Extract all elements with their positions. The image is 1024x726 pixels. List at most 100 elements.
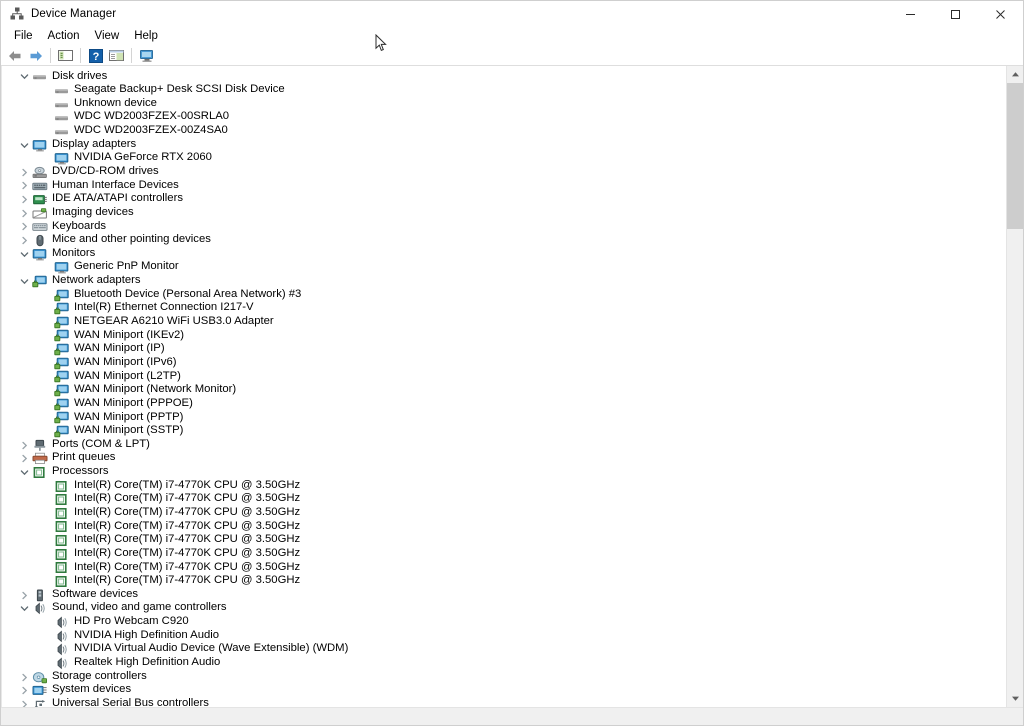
chevron-right-icon[interactable] [17, 236, 32, 245]
device-label: Monitors [52, 246, 96, 259]
port-icon [32, 439, 48, 452]
device-tree-pane[interactable]: Disk drives Seagate Backup+ Desk SCSI Dis… [1, 66, 1006, 707]
chevron-down-icon[interactable] [17, 604, 32, 613]
device-category-row[interactable]: DVD/CD-ROM drives [2, 165, 1006, 179]
device-category-row[interactable]: Keyboards [2, 220, 1006, 234]
device-category-row[interactable]: Storage controllers [2, 670, 1006, 684]
chevron-down-icon[interactable] [17, 468, 32, 477]
device-row[interactable]: WDC WD2003FZEX-00Z4SA0 [2, 124, 1006, 139]
device-row[interactable]: NETGEAR A6210 WiFi USB3.0 Adapter [2, 315, 1006, 330]
titlebar[interactable]: Device Manager [1, 1, 1023, 27]
device-row[interactable]: HD Pro Webcam C920 [2, 615, 1006, 630]
device-row[interactable]: Intel(R) Core(TM) i7-4770K CPU @ 3.50GHz [2, 561, 1006, 575]
network-adapter-icon [54, 425, 70, 438]
chevron-right-icon[interactable] [17, 441, 32, 450]
device-category-row[interactable]: Network adapters [2, 274, 1006, 289]
chevron-right-icon[interactable] [17, 181, 32, 190]
device-row[interactable]: Intel(R) Core(TM) i7-4770K CPU @ 3.50GHz [2, 520, 1006, 534]
device-category-row[interactable]: Imaging devices [2, 206, 1006, 220]
device-category-row[interactable]: Ports (COM & LPT) [2, 438, 1006, 452]
usb-controller-icon [32, 698, 48, 707]
device-row[interactable]: Intel(R) Core(TM) i7-4770K CPU @ 3.50GHz [2, 492, 1006, 507]
device-row[interactable]: Unknown device [2, 97, 1006, 111]
device-category-row[interactable]: Display adapters [2, 138, 1006, 152]
device-row[interactable]: WAN Miniport (SSTP) [2, 424, 1006, 439]
device-label: NVIDIA Virtual Audio Device (Wave Extens… [74, 642, 349, 655]
minimize-button[interactable] [888, 1, 933, 27]
device-row[interactable]: Realtek High Definition Audio [2, 656, 1006, 671]
chevron-right-icon[interactable] [17, 168, 32, 177]
scrollbar-up-arrow-icon[interactable] [1007, 66, 1023, 83]
device-row[interactable]: WAN Miniport (PPTP) [2, 411, 1006, 425]
device-row[interactable]: Intel(R) Core(TM) i7-4770K CPU @ 3.50GHz [2, 533, 1006, 548]
device-row[interactable]: NVIDIA Virtual Audio Device (Wave Extens… [2, 642, 1006, 657]
device-category-row[interactable]: System devices [2, 683, 1006, 698]
chevron-right-icon[interactable] [17, 686, 32, 695]
device-row[interactable]: WAN Miniport (IP) [2, 342, 1006, 357]
device-row[interactable]: NVIDIA High Definition Audio [2, 629, 1006, 643]
menu-file[interactable]: File [7, 29, 40, 44]
device-category-row[interactable]: Software devices [2, 588, 1006, 602]
vertical-scrollbar[interactable] [1006, 66, 1023, 707]
scrollbar-thumb[interactable] [1007, 83, 1023, 229]
device-row[interactable]: WAN Miniport (IPv6) [2, 356, 1006, 370]
chevron-right-icon[interactable] [17, 454, 32, 463]
device-row[interactable]: WAN Miniport (IKEv2) [2, 329, 1006, 343]
chevron-right-icon[interactable] [17, 700, 32, 707]
device-label: WAN Miniport (IPv6) [74, 355, 177, 368]
device-label: HD Pro Webcam C920 [74, 615, 189, 628]
menu-action[interactable]: Action [41, 29, 87, 44]
menu-view[interactable]: View [88, 29, 127, 44]
device-label: Realtek High Definition Audio [74, 656, 221, 669]
device-row[interactable]: Generic PnP Monitor [2, 260, 1006, 275]
chevron-right-icon[interactable] [17, 591, 32, 600]
device-row[interactable]: WDC WD2003FZEX-00SRLA0 [2, 110, 1006, 125]
maximize-button[interactable] [933, 1, 978, 27]
device-row[interactable]: Intel(R) Core(TM) i7-4770K CPU @ 3.50GHz [2, 479, 1006, 493]
forward-arrow-icon[interactable] [25, 46, 46, 65]
monitor-icon [32, 248, 48, 261]
scan-for-hardware-changes-icon[interactable] [136, 46, 157, 65]
help-icon[interactable]: ? [85, 46, 106, 65]
chevron-down-icon[interactable] [17, 277, 32, 286]
device-row[interactable]: WAN Miniport (Network Monitor) [2, 383, 1006, 398]
device-row[interactable]: Intel(R) Core(TM) i7-4770K CPU @ 3.50GHz [2, 506, 1006, 521]
content-area: Disk drives Seagate Backup+ Desk SCSI Dis… [1, 66, 1023, 707]
chevron-right-icon[interactable] [17, 195, 32, 204]
ide-controller-icon [32, 193, 48, 206]
device-category-row[interactable]: Sound, video and game controllers [2, 601, 1006, 616]
chevron-down-icon[interactable] [17, 141, 32, 150]
device-category-row[interactable]: Mice and other pointing devices [2, 233, 1006, 248]
device-category-row[interactable]: Universal Serial Bus controllers [2, 697, 1006, 707]
device-category-row[interactable]: Human Interface Devices [2, 179, 1006, 193]
chevron-right-icon[interactable] [17, 209, 32, 218]
device-row[interactable]: WAN Miniport (PPPOE) [2, 397, 1006, 411]
device-category-row[interactable]: Print queues [2, 451, 1006, 466]
device-category-row[interactable]: IDE ATA/ATAPI controllers [2, 192, 1006, 207]
device-category-row[interactable]: Disk drives [2, 70, 1006, 84]
device-row[interactable]: Intel(R) Ethernet Connection I217-V [2, 301, 1006, 316]
device-row[interactable]: WAN Miniport (L2TP) [2, 370, 1006, 384]
scrollbar-down-arrow-icon[interactable] [1007, 690, 1023, 707]
processor-icon [54, 548, 70, 561]
device-category-row[interactable]: Monitors [2, 247, 1006, 261]
sound-icon [54, 616, 70, 629]
show-hide-console-tree-icon[interactable] [55, 46, 76, 65]
device-row[interactable]: Intel(R) Core(TM) i7-4770K CPU @ 3.50GHz [2, 574, 1006, 589]
back-arrow-icon[interactable] [4, 46, 25, 65]
chevron-right-icon[interactable] [17, 673, 32, 682]
menu-help[interactable]: Help [127, 29, 165, 44]
device-row[interactable]: Bluetooth Device (Personal Area Network)… [2, 288, 1006, 302]
chevron-right-icon[interactable] [17, 222, 32, 231]
scrollbar-track[interactable] [1007, 83, 1023, 690]
device-label: Display adapters [52, 137, 137, 150]
device-category-row[interactable]: Processors [2, 465, 1006, 480]
chevron-down-icon[interactable] [17, 72, 32, 81]
device-row[interactable]: Seagate Backup+ Desk SCSI Disk Device [2, 83, 1006, 98]
chevron-down-icon[interactable] [17, 250, 32, 259]
device-row[interactable]: NVIDIA GeForce RTX 2060 [2, 151, 1006, 166]
device-label: Keyboards [52, 219, 107, 232]
close-button[interactable] [978, 1, 1023, 27]
device-row[interactable]: Intel(R) Core(TM) i7-4770K CPU @ 3.50GHz [2, 547, 1006, 561]
properties-icon[interactable] [106, 46, 127, 65]
